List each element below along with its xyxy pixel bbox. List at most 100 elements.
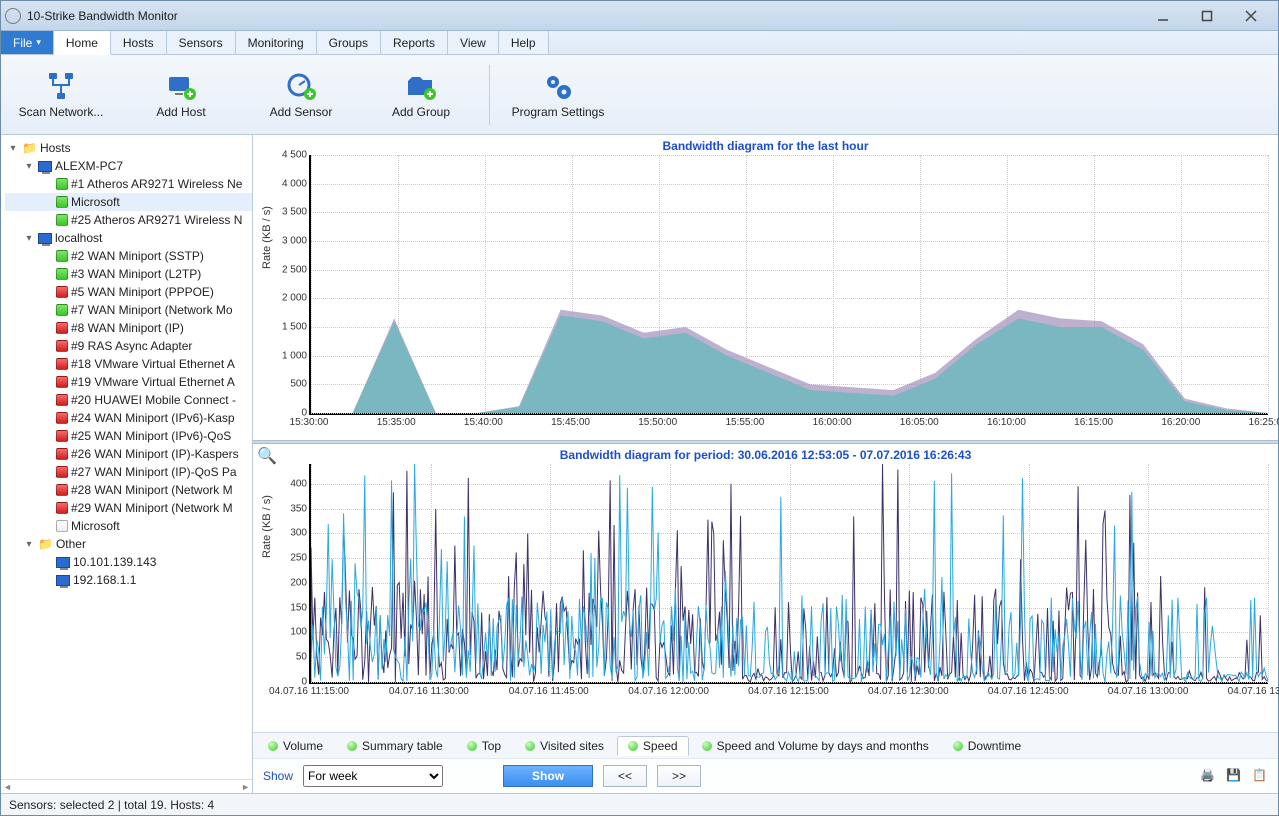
chart1-title: Bandwidth diagram for the last hour [253,135,1278,155]
tree-sensor[interactable]: #25 WAN Miniport (IPv6)-QoS [5,427,252,445]
add-sensor-button[interactable]: Add Sensor [241,71,361,119]
status-square-icon [56,196,68,208]
tab-monitoring[interactable]: Monitoring [236,31,317,54]
tree-sensor[interactable]: #25 Atheros AR9271 Wireless N [5,211,252,229]
host-tree[interactable]: ▾📁 Hosts▾ ALEXM-PC7 #1 Atheros AR9271 Wi… [1,135,252,779]
tree-root-label: Hosts [40,141,71,155]
next-button[interactable]: >> [657,765,701,787]
print-icon[interactable]: 🖨️ [1200,768,1216,784]
tree-sensor-label: #8 WAN Miniport (IP) [71,321,184,335]
add-host-button[interactable]: Add Host [121,71,241,119]
tree-host[interactable]: ▾ ALEXM-PC7 [5,157,252,175]
folder-icon: 📁 [22,141,37,155]
tree-sensor[interactable]: #5 WAN Miniport (PPPOE) [5,283,252,301]
view-tab-speed[interactable]: Speed [617,736,689,756]
tree-sensor-label: #29 WAN Miniport (Network M [71,501,233,515]
tree-sensor[interactable]: #18 VMware Virtual Ethernet A [5,355,252,373]
tree-host[interactable]: ▾ localhost [5,229,252,247]
tree-sensor[interactable]: Microsoft [5,193,252,211]
tree-sensor[interactable]: #7 WAN Miniport (Network Mo [5,301,252,319]
window-title: 10-Strike Bandwidth Monitor [27,9,1146,23]
minimize-button[interactable] [1146,6,1180,26]
status-square-icon [56,520,68,532]
view-tab-top[interactable]: Top [456,736,512,756]
view-tab-downtime[interactable]: Downtime [942,736,1032,756]
chart1-plot[interactable]: 05001 0001 5002 0002 5003 0003 5004 0004… [309,155,1268,415]
status-square-icon [56,430,68,442]
view-tab-volume[interactable]: Volume [257,736,334,756]
status-square-icon [56,448,68,460]
tree-sensor[interactable]: #2 WAN Miniport (SSTP) [5,247,252,265]
main-body: ▾📁 Hosts▾ ALEXM-PC7 #1 Atheros AR9271 Wi… [1,135,1278,793]
status-square-icon [56,268,68,280]
tree-sensor-label: 10.101.139.143 [73,555,156,569]
tab-reports[interactable]: Reports [381,31,448,54]
tree-sensor-label: #25 Atheros AR9271 Wireless N [71,213,242,227]
close-button[interactable] [1234,6,1268,26]
program-settings-button[interactable]: Program Settings [498,71,618,119]
tree-sensor[interactable]: #3 WAN Miniport (L2TP) [5,265,252,283]
tree-root[interactable]: ▾📁 Hosts [5,139,252,157]
status-square-icon [56,214,68,226]
file-menu[interactable]: File [1,31,54,54]
ribbon-toolbar: Scan Network...Add HostAdd Sensor Add Gro… [1,55,1278,135]
status-square-icon [56,358,68,370]
period-select[interactable]: For week [303,765,443,787]
tree-sensor[interactable]: #1 Atheros AR9271 Wireless Ne [5,175,252,193]
tree-sensor[interactable]: #28 WAN Miniport (Network M [5,481,252,499]
copy-icon[interactable]: 📋 [1252,768,1268,784]
zoom-icon[interactable]: 🔍 [257,446,277,466]
tree-sensor[interactable]: #29 WAN Miniport (Network M [5,499,252,517]
tree-sensor[interactable]: Microsoft [5,517,252,535]
file-menu-label: File [13,36,32,50]
view-tab-speed-and-volume-by-days-and-months[interactable]: Speed and Volume by days and months [691,736,940,756]
tab-sensors[interactable]: Sensors [167,31,236,54]
chart2-plot[interactable]: 050100150200250300350400 [309,464,1268,684]
tree-sensor-label: #3 WAN Miniport (L2TP) [71,267,201,281]
chart-period: 🔍 Bandwidth diagram for period: 30.06.20… [253,444,1278,732]
save-icon[interactable]: 💾 [1226,768,1242,784]
view-tab-label: Speed and Volume by days and months [717,739,929,753]
tree-sensor[interactable]: #19 VMware Virtual Ethernet A [5,373,252,391]
status-square-icon [56,394,68,406]
tree-sensor-label: #19 VMware Virtual Ethernet A [71,375,235,389]
tree-sensor[interactable]: 10.101.139.143 [5,553,252,571]
view-tabs: VolumeSummary tableTop Visited sites Speed… [253,732,1278,758]
tree-sensor-label: 192.168.1.1 [73,573,136,587]
tab-groups[interactable]: Groups [317,31,381,54]
scan-network-button[interactable]: Scan Network... [1,71,121,119]
tree-sensor[interactable]: #24 WAN Miniport (IPv6)-Kasp [5,409,252,427]
tab-help[interactable]: Help [499,31,549,54]
status-square-icon [56,178,68,190]
tab-home[interactable]: Home [54,31,111,55]
view-tab-label: Visited sites [540,739,604,753]
tree-sensor[interactable]: #9 RAS Async Adapter [5,337,252,355]
tree-sensor[interactable]: #27 WAN Miniport (IP)-QoS Pa [5,463,252,481]
status-square-icon [56,304,68,316]
tree-sensor[interactable]: #8 WAN Miniport (IP) [5,319,252,337]
show-button[interactable]: Show [503,765,593,787]
status-dot-icon [525,741,535,751]
view-tab-summary-table[interactable]: Summary table [336,736,454,756]
tab-hosts[interactable]: Hosts [111,31,167,54]
computer-icon [56,557,70,568]
status-square-icon [56,340,68,352]
app-window: { "title": "10-Strike Bandwidth Monitor"… [0,0,1279,816]
status-square-icon [56,286,68,298]
tree-sensor[interactable]: #20 HUAWEI Mobile Connect - [5,391,252,409]
maximize-button[interactable] [1190,6,1224,26]
tab-view[interactable]: View [448,31,499,54]
add-group-button[interactable]: Add Group [361,71,481,119]
tree-sensor[interactable]: #26 WAN Miniport (IP)-Kaspers [5,445,252,463]
status-square-icon [56,502,68,514]
view-tab-visited-sites[interactable]: Visited sites [514,736,615,756]
tree-host[interactable]: ▾📁 Other [5,535,252,553]
add-group-label: Add Group [392,105,450,119]
control-bar: Show For week Show << >> 🖨️ 💾 📋 [253,758,1278,793]
status-square-icon [56,322,68,334]
computer-icon [38,161,52,172]
add-group-icon [405,71,437,101]
tree-sensor[interactable]: 192.168.1.1 [5,571,252,589]
tree-horizontal-scrollbar[interactable]: ◄► [1,779,252,793]
prev-button[interactable]: << [603,765,647,787]
